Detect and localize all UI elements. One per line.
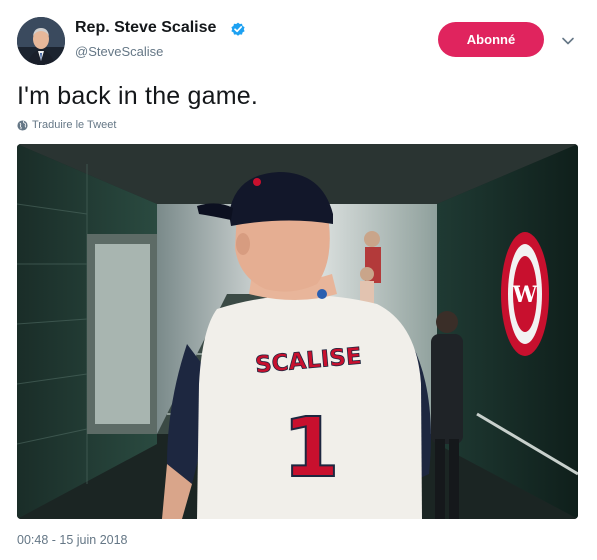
avatar-image — [17, 17, 65, 65]
tweet-photo-image: W SCALISE 1 — [17, 144, 578, 519]
follow-button[interactable]: Abonné — [438, 22, 544, 57]
author-handle[interactable]: @SteveScalise — [75, 44, 163, 59]
svg-text:1: 1 — [282, 401, 339, 496]
avatar[interactable] — [17, 17, 65, 65]
chevron-down-icon[interactable] — [560, 33, 576, 49]
globe-icon — [17, 119, 28, 131]
tweet-timestamp[interactable]: 00:48 - 15 juin 2018 — [17, 533, 128, 547]
verified-badge-icon — [231, 22, 245, 36]
translate-link[interactable]: Traduire le Tweet — [17, 119, 116, 131]
tweet-photo[interactable]: W SCALISE 1 — [17, 144, 578, 519]
svg-text:W: W — [512, 282, 538, 308]
author-name[interactable]: Rep. Steve Scalise — [75, 19, 216, 37]
translate-label: Traduire le Tweet — [32, 119, 117, 131]
tweet-text: I'm back in the game. — [17, 82, 259, 110]
